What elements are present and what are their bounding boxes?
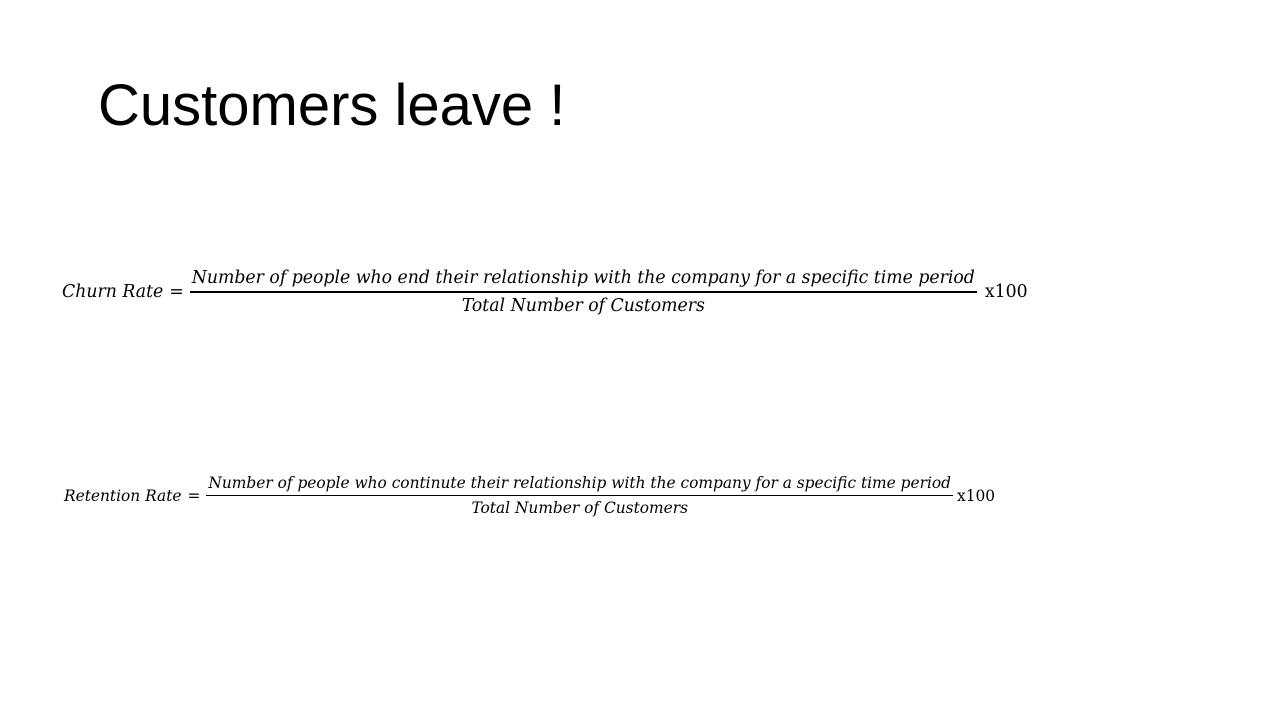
retention-rate-label: Retention Rate — [64, 486, 182, 505]
churn-rate-formula: Churn Rate = Number of people who end th… — [62, 268, 1028, 316]
retention-rate-denominator: Total Number of Customers — [471, 499, 688, 517]
churn-rate-numerator: Number of people who end their relations… — [191, 268, 975, 288]
equals-sign: = — [169, 281, 184, 302]
churn-rate-multiplier: x100 — [984, 281, 1028, 302]
slide-title: Customers leave ! — [98, 73, 566, 138]
churn-rate-fraction: Number of people who end their relations… — [189, 268, 977, 316]
churn-rate-lhs: Churn Rate = — [62, 282, 190, 302]
retention-rate-fraction: Number of people who continute their rel… — [206, 474, 954, 517]
retention-rate-formula: Retention Rate = Number of people who co… — [64, 474, 995, 517]
equals-sign: = — [187, 486, 201, 505]
retention-rate-multiplier: x100 — [957, 486, 996, 505]
churn-rate-denominator: Total Number of Customers — [461, 295, 705, 316]
churn-rate-label: Churn Rate — [62, 281, 164, 302]
retention-rate-lhs: Retention Rate = — [64, 487, 206, 505]
retention-rate-numerator: Number of people who continute their rel… — [208, 474, 952, 492]
